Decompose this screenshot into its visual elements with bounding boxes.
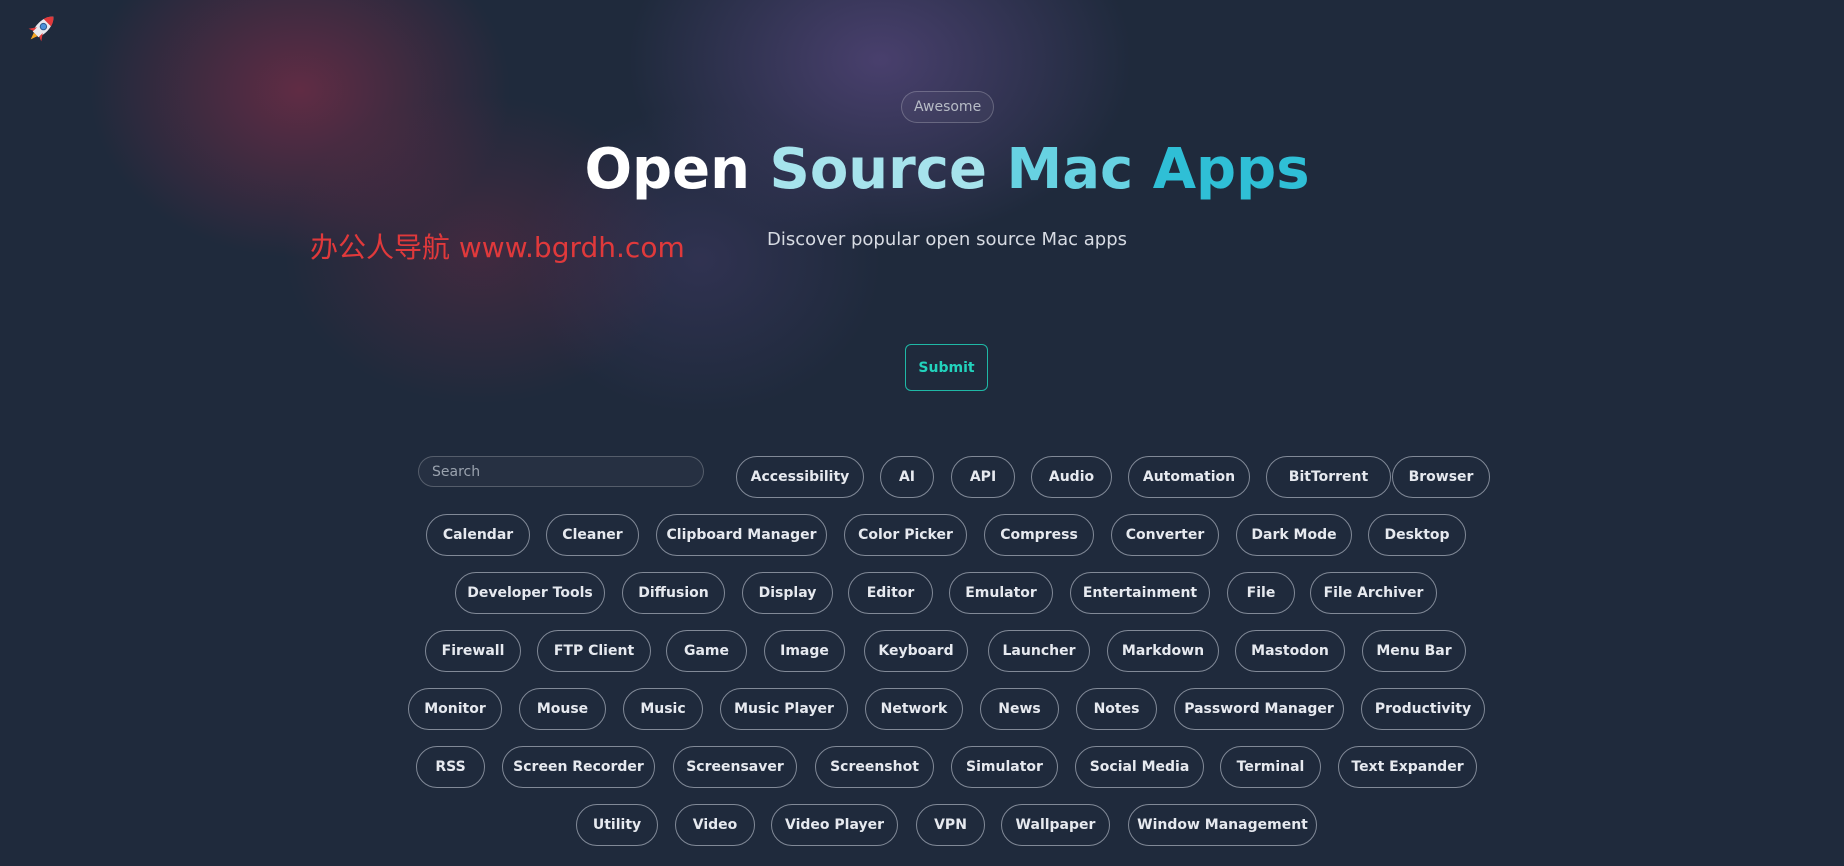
category-tag[interactable]: FTP Client — [537, 630, 651, 672]
rocket-icon[interactable] — [24, 10, 60, 46]
category-tag[interactable]: Music Player — [720, 688, 848, 730]
category-tag[interactable]: Audio — [1031, 456, 1112, 498]
category-tag[interactable]: Cleaner — [546, 514, 639, 556]
category-tag[interactable]: Entertainment — [1070, 572, 1210, 614]
category-tag[interactable]: Mastodon — [1235, 630, 1345, 672]
category-tag[interactable]: Display — [742, 572, 833, 614]
page-title: Open Source Mac Apps — [0, 136, 1844, 204]
category-tag[interactable]: Video Player — [771, 804, 898, 846]
awesome-badge: Awesome — [901, 91, 995, 123]
category-tag[interactable]: Dark Mode — [1236, 514, 1352, 556]
category-tag[interactable]: Desktop — [1368, 514, 1466, 556]
category-tag[interactable]: Notes — [1076, 688, 1157, 730]
submit-button[interactable]: Submit — [905, 344, 988, 391]
category-tag[interactable]: Automation — [1128, 456, 1250, 498]
category-tag[interactable]: Emulator — [949, 572, 1053, 614]
category-tag[interactable]: BitTorrent — [1266, 456, 1391, 498]
category-tag[interactable]: Menu Bar — [1362, 630, 1466, 672]
category-tag[interactable]: Image — [764, 630, 845, 672]
category-tag[interactable]: Converter — [1111, 514, 1219, 556]
category-tag[interactable]: Compress — [984, 514, 1094, 556]
category-tag[interactable]: Browser — [1392, 456, 1490, 498]
category-tag[interactable]: API — [951, 456, 1015, 498]
category-tag[interactable]: Password Manager — [1174, 688, 1344, 730]
category-tag[interactable]: Clipboard Manager — [656, 514, 827, 556]
category-tag[interactable]: Diffusion — [622, 572, 725, 614]
category-tag[interactable]: Keyboard — [864, 630, 968, 672]
title-word: Source — [769, 137, 987, 202]
category-tag[interactable]: Launcher — [988, 630, 1090, 672]
category-tag[interactable]: Music — [623, 688, 703, 730]
page: Awesome Open Source Mac Apps 办公人导航 www.b… — [0, 0, 1844, 866]
category-tag[interactable]: Screen Recorder — [502, 746, 655, 788]
category-tag[interactable]: Social Media — [1075, 746, 1204, 788]
title-word: Mac — [1006, 137, 1134, 202]
category-tag[interactable]: Wallpaper — [1001, 804, 1110, 846]
category-tag[interactable]: Game — [666, 630, 747, 672]
category-tag[interactable]: Accessibility — [736, 456, 864, 498]
search-input[interactable] — [418, 456, 704, 487]
category-tag[interactable]: Text Expander — [1338, 746, 1477, 788]
category-tag[interactable]: Simulator — [951, 746, 1058, 788]
category-tag[interactable]: Monitor — [408, 688, 502, 730]
category-tag[interactable]: Video — [675, 804, 755, 846]
title-word: Apps — [1152, 137, 1310, 202]
category-tag[interactable]: Editor — [848, 572, 933, 614]
category-tag[interactable]: Markdown — [1107, 630, 1219, 672]
page-subtitle: Discover popular open source Mac apps — [767, 229, 1127, 250]
category-tag[interactable]: Firewall — [425, 630, 521, 672]
category-tag[interactable]: AI — [880, 456, 934, 498]
title-word: Open — [584, 137, 750, 202]
category-tag[interactable]: News — [980, 688, 1059, 730]
category-tag[interactable]: RSS — [416, 746, 485, 788]
category-tag[interactable]: Screensaver — [673, 746, 797, 788]
category-tag[interactable]: Developer Tools — [455, 572, 605, 614]
category-tag[interactable]: Window Management — [1128, 804, 1317, 846]
category-tag[interactable]: File Archiver — [1310, 572, 1437, 614]
category-tag[interactable]: Utility — [576, 804, 658, 846]
category-tag[interactable]: Screenshot — [815, 746, 934, 788]
category-tag[interactable]: Mouse — [519, 688, 606, 730]
category-tag[interactable]: Network — [865, 688, 963, 730]
category-tag[interactable]: File — [1227, 572, 1295, 614]
category-tag[interactable]: Productivity — [1361, 688, 1485, 730]
category-tag[interactable]: Terminal — [1220, 746, 1321, 788]
category-tag[interactable]: Calendar — [426, 514, 530, 556]
category-tag[interactable]: VPN — [916, 804, 985, 846]
category-tag[interactable]: Color Picker — [844, 514, 967, 556]
